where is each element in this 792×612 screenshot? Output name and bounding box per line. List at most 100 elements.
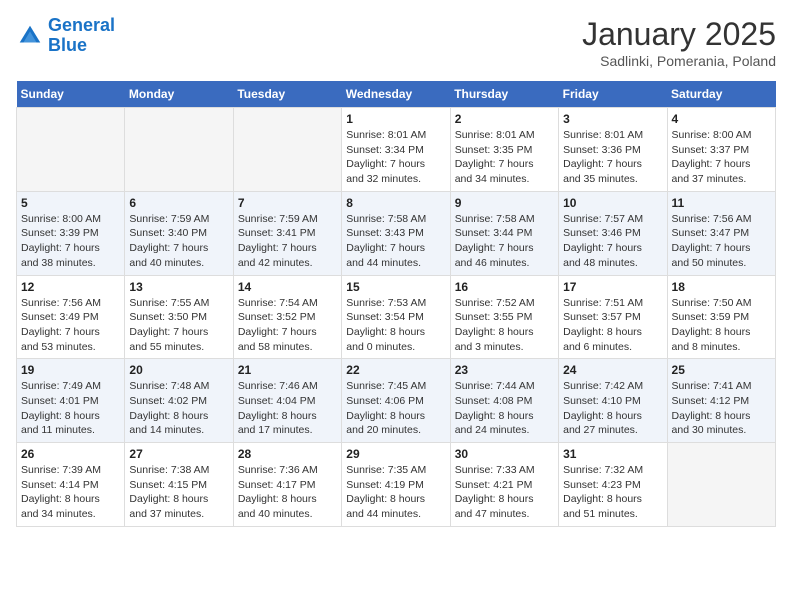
day-info: Sunrise: 7:41 AM Sunset: 4:12 PM Dayligh… <box>672 379 771 438</box>
title-block: January 2025 Sadlinki, Pomerania, Poland <box>582 16 776 69</box>
day-number: 6 <box>129 196 228 210</box>
calendar-cell: 7 Sunrise: 7:59 AM Sunset: 3:41 PM Daylig… <box>233 191 341 275</box>
day-info: Sunrise: 7:58 AM Sunset: 3:44 PM Dayligh… <box>455 212 554 271</box>
day-number: 7 <box>238 196 337 210</box>
page-header: General Blue January 2025 Sadlinki, Pome… <box>16 16 776 69</box>
calendar-cell: 4 Sunrise: 8:00 AM Sunset: 3:37 PM Daylig… <box>667 108 775 192</box>
month-title: January 2025 <box>582 16 776 53</box>
logo-line2: Blue <box>48 35 87 55</box>
calendar-cell <box>125 108 233 192</box>
calendar-cell: 26 Sunrise: 7:39 AM Sunset: 4:14 PM Dayli… <box>17 443 125 527</box>
calendar-cell: 16Sunrise: 7:52 AM Sunset: 3:55 PM Dayli… <box>450 275 558 359</box>
calendar-cell: 31 Sunrise: 7:32 AM Sunset: 4:23 PM Dayli… <box>559 443 667 527</box>
calendar-cell: 29 Sunrise: 7:35 AM Sunset: 4:19 PM Dayli… <box>342 443 450 527</box>
logo-icon <box>16 22 44 50</box>
day-info: Sunrise: 7:42 AM Sunset: 4:10 PM Dayligh… <box>563 379 662 438</box>
day-info: Sunrise: 7:48 AM Sunset: 4:02 PM Dayligh… <box>129 379 228 438</box>
calendar-cell: 11 Sunrise: 7:56 AM Sunset: 3:47 PM Dayli… <box>667 191 775 275</box>
day-number: 1 <box>346 112 445 126</box>
day-number: 4 <box>672 112 771 126</box>
day-info: Sunrise: 7:54 AM Sunset: 3:52 PM Dayligh… <box>238 296 337 355</box>
calendar-cell: 23Sunrise: 7:44 AM Sunset: 4:08 PM Dayli… <box>450 359 558 443</box>
day-info: Sunrise: 7:36 AM Sunset: 4:17 PM Dayligh… <box>238 463 337 522</box>
day-info: Sunrise: 7:51 AM Sunset: 3:57 PM Dayligh… <box>563 296 662 355</box>
calendar-cell: 22Sunrise: 7:45 AM Sunset: 4:06 PM Dayli… <box>342 359 450 443</box>
day-number: 15 <box>346 280 445 294</box>
weekday-header: Monday <box>125 81 233 108</box>
day-number: 29 <box>346 447 445 461</box>
calendar-cell: 27 Sunrise: 7:38 AM Sunset: 4:15 PM Dayli… <box>125 443 233 527</box>
day-info: Sunrise: 7:58 AM Sunset: 3:43 PM Dayligh… <box>346 212 445 271</box>
day-info: Sunrise: 7:39 AM Sunset: 4:14 PM Dayligh… <box>21 463 120 522</box>
calendar-cell <box>667 443 775 527</box>
day-info: Sunrise: 7:38 AM Sunset: 4:15 PM Dayligh… <box>129 463 228 522</box>
calendar-cell: 12 Sunrise: 7:56 AM Sunset: 3:49 PM Dayli… <box>17 275 125 359</box>
day-number: 19 <box>21 363 120 377</box>
day-number: 10 <box>563 196 662 210</box>
day-number: 28 <box>238 447 337 461</box>
weekday-header: Tuesday <box>233 81 341 108</box>
day-info: Sunrise: 7:56 AM Sunset: 3:49 PM Dayligh… <box>21 296 120 355</box>
calendar-cell: 21 Sunrise: 7:46 AM Sunset: 4:04 PM Dayli… <box>233 359 341 443</box>
day-number: 18 <box>672 280 771 294</box>
calendar-cell: 9 Sunrise: 7:58 AM Sunset: 3:44 PM Daylig… <box>450 191 558 275</box>
day-info: Sunrise: 7:50 AM Sunset: 3:59 PM Dayligh… <box>672 296 771 355</box>
location-subtitle: Sadlinki, Pomerania, Poland <box>582 53 776 69</box>
day-number: 23 <box>455 363 554 377</box>
day-number: 9 <box>455 196 554 210</box>
day-info: Sunrise: 7:59 AM Sunset: 3:41 PM Dayligh… <box>238 212 337 271</box>
calendar-cell: 2Sunrise: 8:01 AM Sunset: 3:35 PM Daylig… <box>450 108 558 192</box>
day-info: Sunrise: 8:01 AM Sunset: 3:36 PM Dayligh… <box>563 128 662 187</box>
calendar-body: 1 Sunrise: 8:01 AM Sunset: 3:34 PM Daylig… <box>17 108 776 527</box>
calendar-week-row: 26 Sunrise: 7:39 AM Sunset: 4:14 PM Dayli… <box>17 443 776 527</box>
calendar-cell <box>17 108 125 192</box>
calendar-cell: 8 Sunrise: 7:58 AM Sunset: 3:43 PM Daylig… <box>342 191 450 275</box>
calendar-cell: 24 Sunrise: 7:42 AM Sunset: 4:10 PM Dayli… <box>559 359 667 443</box>
logo-line1: General <box>48 15 115 35</box>
day-number: 11 <box>672 196 771 210</box>
day-info: Sunrise: 7:35 AM Sunset: 4:19 PM Dayligh… <box>346 463 445 522</box>
weekday-header: Thursday <box>450 81 558 108</box>
day-number: 27 <box>129 447 228 461</box>
weekday-header: Friday <box>559 81 667 108</box>
calendar-cell: 28 Sunrise: 7:36 AM Sunset: 4:17 PM Dayli… <box>233 443 341 527</box>
day-number: 26 <box>21 447 120 461</box>
day-info: Sunrise: 7:56 AM Sunset: 3:47 PM Dayligh… <box>672 212 771 271</box>
day-number: 24 <box>563 363 662 377</box>
day-number: 14 <box>238 280 337 294</box>
logo: General Blue <box>16 16 115 56</box>
day-info: Sunrise: 8:01 AM Sunset: 3:35 PM Dayligh… <box>455 128 554 187</box>
day-number: 12 <box>21 280 120 294</box>
day-number: 25 <box>672 363 771 377</box>
calendar-cell: 30Sunrise: 7:33 AM Sunset: 4:21 PM Dayli… <box>450 443 558 527</box>
day-number: 8 <box>346 196 445 210</box>
calendar-cell: 19 Sunrise: 7:49 AM Sunset: 4:01 PM Dayli… <box>17 359 125 443</box>
weekday-header: Saturday <box>667 81 775 108</box>
calendar-cell: 20Sunrise: 7:48 AM Sunset: 4:02 PM Dayli… <box>125 359 233 443</box>
day-info: Sunrise: 8:00 AM Sunset: 3:39 PM Dayligh… <box>21 212 120 271</box>
logo-text: General Blue <box>48 16 115 56</box>
calendar-cell: 1 Sunrise: 8:01 AM Sunset: 3:34 PM Daylig… <box>342 108 450 192</box>
calendar-cell: 13Sunrise: 7:55 AM Sunset: 3:50 PM Dayli… <box>125 275 233 359</box>
day-number: 5 <box>21 196 120 210</box>
calendar-cell: 25 Sunrise: 7:41 AM Sunset: 4:12 PM Dayli… <box>667 359 775 443</box>
calendar-table: SundayMondayTuesdayWednesdayThursdayFrid… <box>16 81 776 527</box>
calendar-cell: 6 Sunrise: 7:59 AM Sunset: 3:40 PM Daylig… <box>125 191 233 275</box>
calendar-cell: 15 Sunrise: 7:53 AM Sunset: 3:54 PM Dayli… <box>342 275 450 359</box>
day-info: Sunrise: 7:33 AM Sunset: 4:21 PM Dayligh… <box>455 463 554 522</box>
calendar-cell: 3Sunrise: 8:01 AM Sunset: 3:36 PM Daylig… <box>559 108 667 192</box>
weekday-row: SundayMondayTuesdayWednesdayThursdayFrid… <box>17 81 776 108</box>
day-info: Sunrise: 8:01 AM Sunset: 3:34 PM Dayligh… <box>346 128 445 187</box>
day-info: Sunrise: 7:32 AM Sunset: 4:23 PM Dayligh… <box>563 463 662 522</box>
calendar-week-row: 5 Sunrise: 8:00 AM Sunset: 3:39 PM Daylig… <box>17 191 776 275</box>
calendar-cell: 17Sunrise: 7:51 AM Sunset: 3:57 PM Dayli… <box>559 275 667 359</box>
day-info: Sunrise: 7:59 AM Sunset: 3:40 PM Dayligh… <box>129 212 228 271</box>
day-info: Sunrise: 8:00 AM Sunset: 3:37 PM Dayligh… <box>672 128 771 187</box>
day-info: Sunrise: 7:53 AM Sunset: 3:54 PM Dayligh… <box>346 296 445 355</box>
calendar-header: SundayMondayTuesdayWednesdayThursdayFrid… <box>17 81 776 108</box>
day-info: Sunrise: 7:46 AM Sunset: 4:04 PM Dayligh… <box>238 379 337 438</box>
day-info: Sunrise: 7:49 AM Sunset: 4:01 PM Dayligh… <box>21 379 120 438</box>
weekday-header: Sunday <box>17 81 125 108</box>
day-number: 31 <box>563 447 662 461</box>
day-number: 21 <box>238 363 337 377</box>
